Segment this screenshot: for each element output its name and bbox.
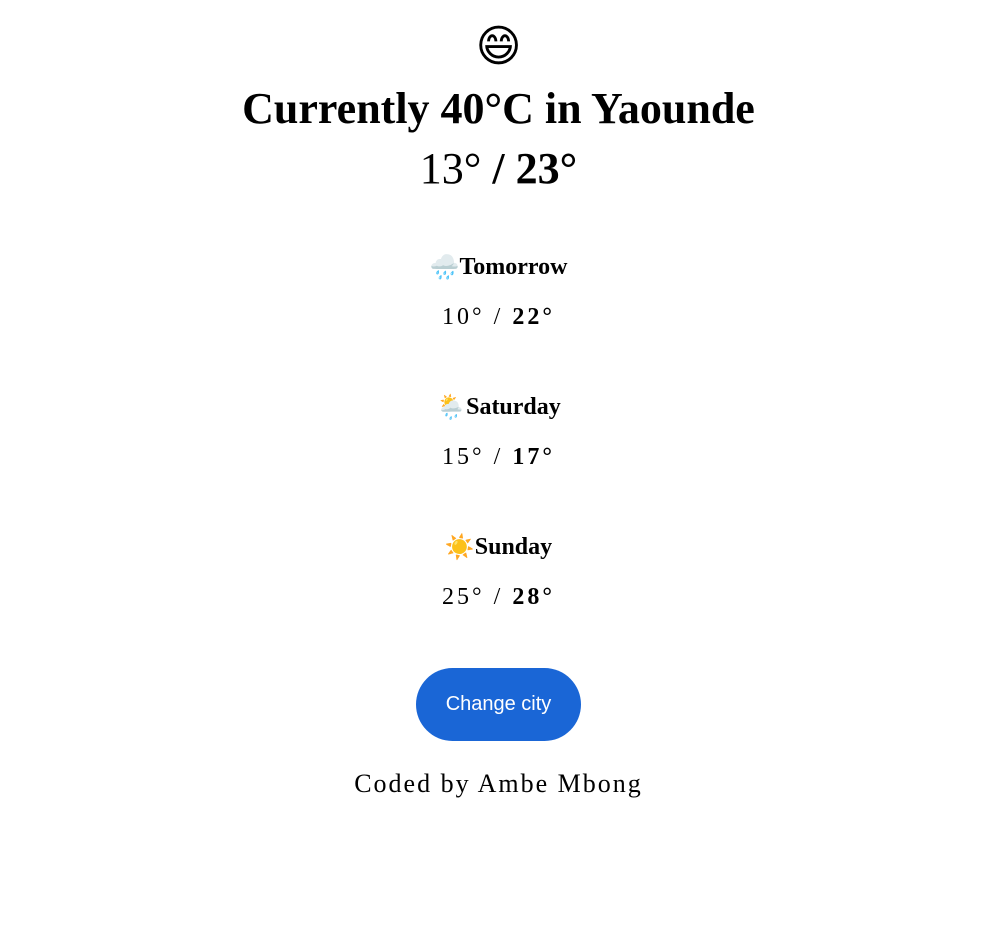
- forecast-day-sunday: ☀️ Sunday 25° / 28°: [0, 532, 997, 612]
- forecast-high-temp: 22°: [512, 304, 555, 330]
- change-city-wrapper: Change city: [0, 668, 997, 741]
- forecast-temperature-range: 10° / 22°: [0, 302, 997, 332]
- forecast-low-temp: 25°: [442, 584, 485, 610]
- today-range-separator: /: [492, 144, 505, 193]
- forecast-low-temp: 15°: [442, 444, 485, 470]
- forecast-day-label: Tomorrow: [459, 254, 568, 280]
- today-low-temp: 13°: [419, 144, 482, 193]
- sun-icon: ☀️: [444, 533, 475, 561]
- forecast-high-temp: 28°: [512, 584, 555, 610]
- forecast-day-saturday: 🌦️ Saturday 15° / 17°: [0, 392, 997, 472]
- forecast-range-separator: /: [493, 444, 504, 470]
- forecast-range-separator: /: [493, 584, 504, 610]
- forecast-low-temp: 10°: [442, 304, 485, 330]
- forecast-day-header: 🌧️ Tomorrow: [430, 252, 568, 282]
- sun-behind-rain-cloud-icon: 🌦️: [436, 393, 467, 421]
- forecast-high-temp: 17°: [512, 444, 555, 470]
- forecast-day-header: ☀️ Sunday: [445, 532, 552, 562]
- today-high-temp: 23°: [515, 144, 578, 193]
- forecast-day-header: 🌦️ Saturday: [436, 392, 561, 422]
- weather-app: 😄 Currently 40°C in Yaounde 13° / 23° 🌧️…: [0, 0, 997, 929]
- rain-cloud-icon: 🌧️: [429, 253, 460, 281]
- footer-credit: Coded by Ambe Mbong: [354, 769, 643, 798]
- mood-emoji-icon: 😄: [475, 21, 522, 72]
- forecast-temperature-range: 15° / 17°: [0, 442, 997, 472]
- forecast-range-separator: /: [493, 304, 504, 330]
- change-city-button[interactable]: Change city: [416, 668, 581, 741]
- forecast-day-label: Sunday: [474, 534, 553, 560]
- forecast-temperature-range: 25° / 28°: [0, 582, 997, 612]
- today-temperature-range: 13° / 23°: [0, 142, 997, 196]
- current-weather-title: Currently 40°C in Yaounde: [242, 84, 755, 133]
- forecast-day-label: Saturday: [466, 394, 561, 420]
- forecast-day-tomorrow: 🌧️ Tomorrow 10° / 22°: [0, 252, 997, 332]
